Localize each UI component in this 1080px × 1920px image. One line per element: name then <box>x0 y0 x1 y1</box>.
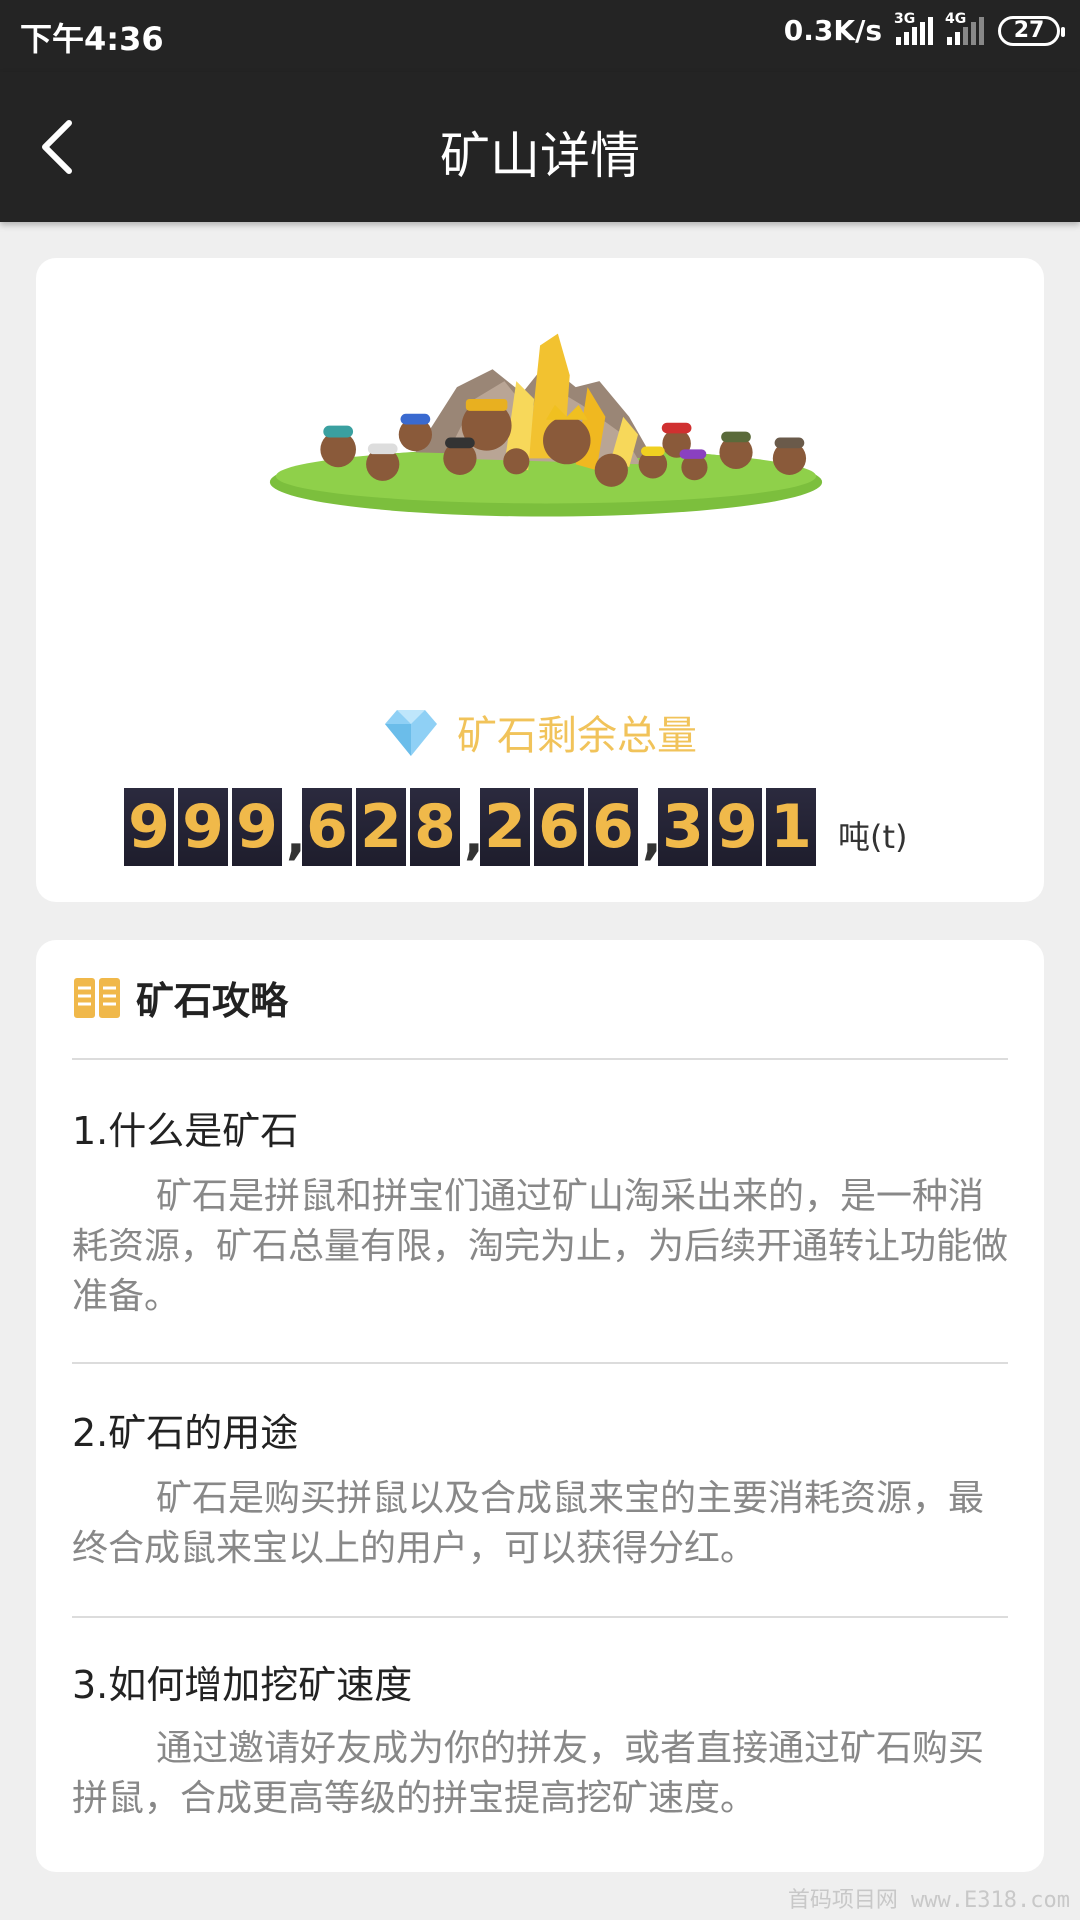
counter-digit: 1 <box>766 788 816 866</box>
counter-digit: 2 <box>480 788 530 866</box>
section-body-2: 矿石是购买拼鼠以及合成鼠来宝的主要消耗资源，最终合成鼠来宝以上的用户，可以获得分… <box>72 1478 985 1569</box>
ore-remaining-label: 矿石剩余总量 <box>457 713 697 759</box>
book-icon <box>74 977 120 1018</box>
mine-illustration <box>269 333 823 517</box>
counter-comma: , <box>464 806 484 866</box>
section-title-3: 3.如何增加挖矿速度 <box>72 1663 413 1707</box>
guide-header: 矿石攻略 <box>72 970 288 1025</box>
mine-card: 矿石剩余总量 9 9 9, 6 2 8, 2 6 6, 3 9 1 吨(t) <box>36 258 1044 902</box>
divider <box>72 1362 1008 1364</box>
counter-digit: 8 <box>410 788 460 866</box>
divider <box>72 1616 1008 1618</box>
counter-digit: 2 <box>356 788 406 866</box>
counter-digit: 9 <box>712 788 762 866</box>
nav-bar: 矿山详情 <box>0 72 1080 222</box>
guide-card: 矿石攻略 1.什么是矿石 矿石是拼鼠和拼宝们通过矿山淘采出来的，是一种消耗资源，… <box>36 940 1044 1872</box>
counter-digit: 9 <box>124 788 174 866</box>
section-body-1: 矿石是拼鼠和拼宝们通过矿山淘采出来的，是一种消耗资源，矿石总量有限，淘完为止，为… <box>72 1176 1009 1317</box>
section-title-1: 1.什么是矿石 <box>72 1109 299 1153</box>
net-speed: 0.3K/s <box>783 14 882 47</box>
unit-label: 吨(t) <box>838 818 908 856</box>
counter-digit: 9 <box>178 788 228 866</box>
ore-counter: 9 9 9, 6 2 8, 2 6 6, 3 9 1 吨(t) <box>124 788 908 866</box>
ore-remaining-row: 矿石剩余总量 <box>36 703 1044 761</box>
page-title: 矿山详情 <box>440 127 640 185</box>
counter-digit: 3 <box>658 788 708 866</box>
diamond-icon <box>385 710 437 756</box>
counter-comma: , <box>642 806 662 866</box>
battery-icon: 27 <box>998 15 1065 46</box>
status-bar: 下午4:36 0.3K/s 3G 4G 27 <box>0 0 1080 72</box>
watermark: 首码项目网 www.E318.com <box>787 1888 1070 1913</box>
counter-digit: 6 <box>302 788 352 866</box>
status-time: 下午4:36 <box>20 20 164 58</box>
guide-title: 矿石攻略 <box>136 979 289 1023</box>
status-icons: 0.3K/s 3G 4G 27 <box>783 11 1065 47</box>
counter-digit: 9 <box>232 788 282 866</box>
counter-digit: 6 <box>534 788 584 866</box>
counter-comma: , <box>286 806 306 866</box>
section-title-2: 2.矿石的用途 <box>72 1411 299 1455</box>
divider <box>72 1058 1008 1060</box>
signal-3g-icon: 3G <box>894 11 933 45</box>
section-body-3: 通过邀请好友成为你的拼友，或者直接通过矿石购买拼鼠，合成更高等级的拼宝提高挖矿速… <box>72 1728 985 1819</box>
signal-4g-icon: 4G <box>945 11 984 45</box>
counter-digit: 6 <box>588 788 638 866</box>
